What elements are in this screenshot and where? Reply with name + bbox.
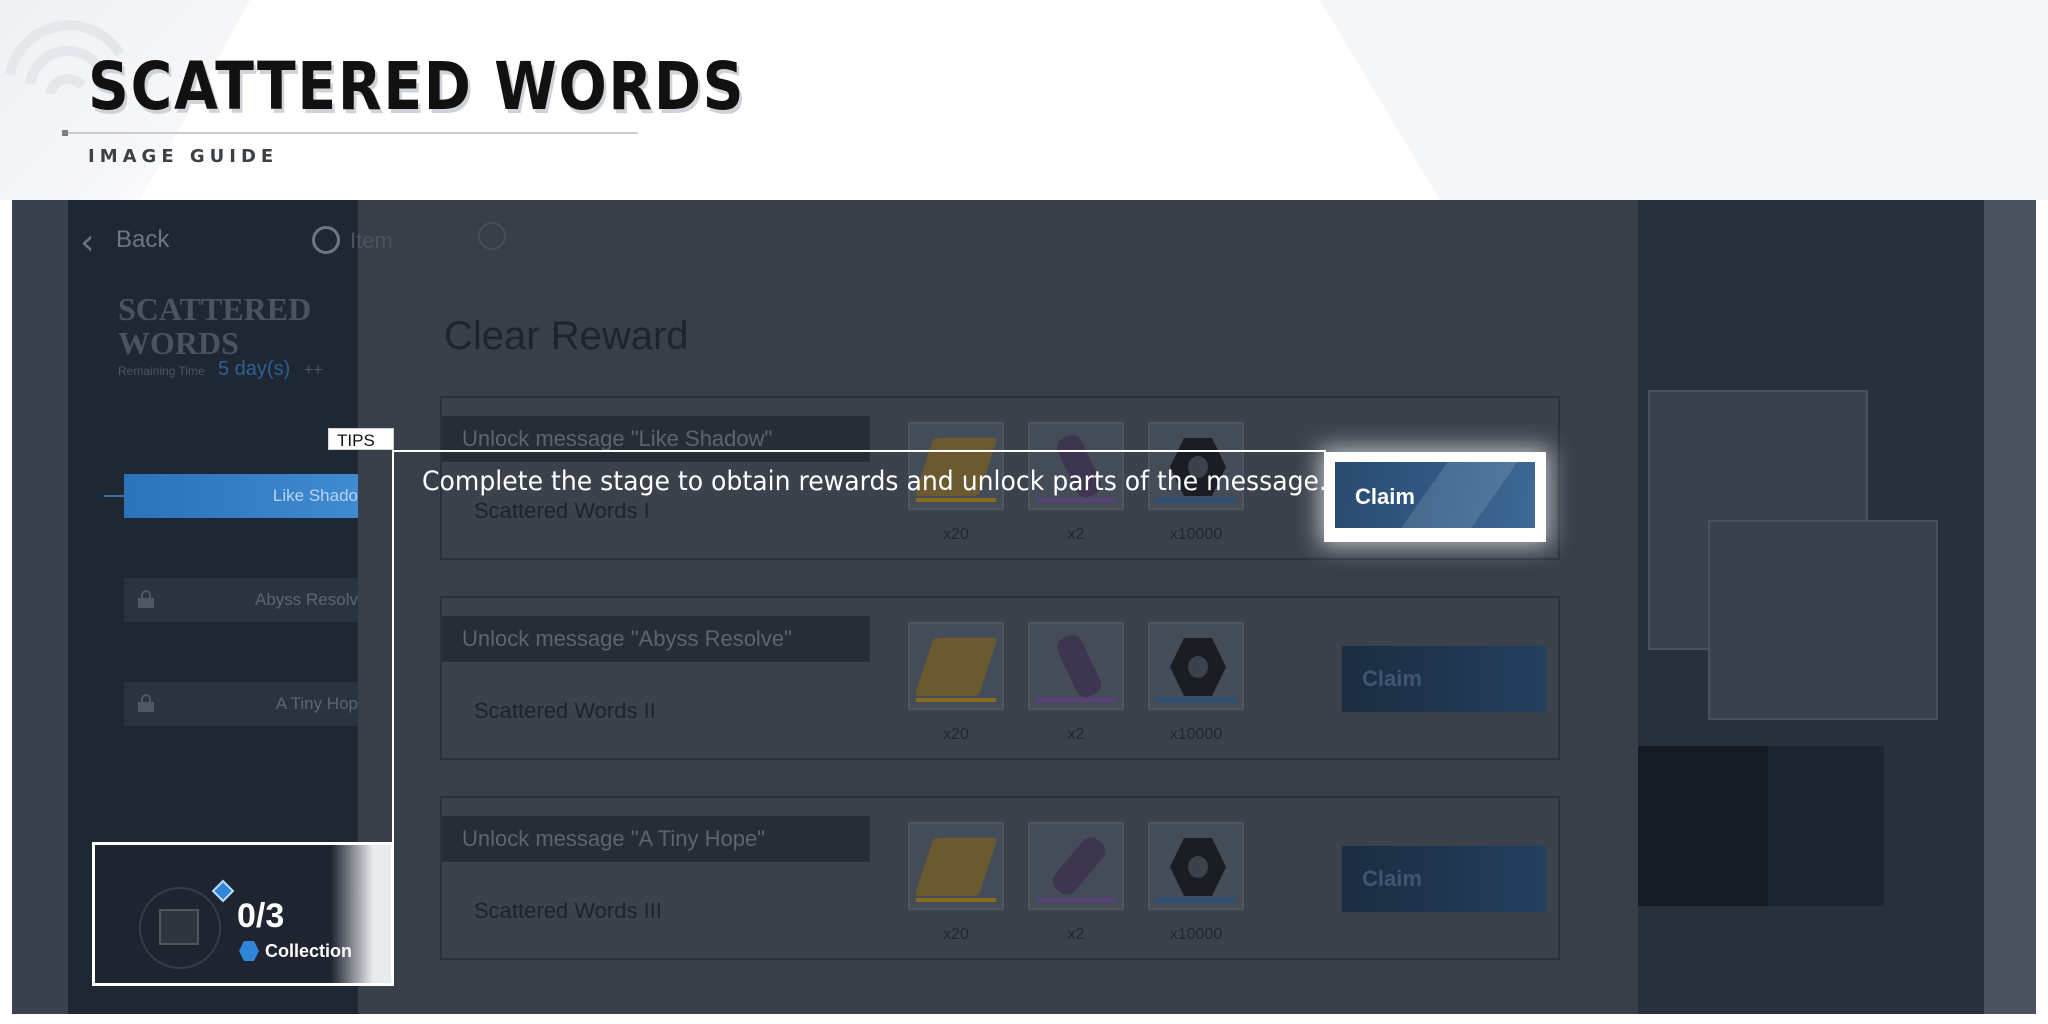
highlight-frame: Claim xyxy=(1324,452,1546,542)
collection-widget[interactable]: 0/3 Collection xyxy=(92,842,394,986)
guide-title: SCATTERED WORDS xyxy=(88,48,746,125)
clear-reward-title: Clear Reward xyxy=(444,314,689,358)
guide-divider-dot xyxy=(62,130,68,136)
claim-button[interactable]: Claim xyxy=(1342,846,1546,912)
guide-subtitle: IMAGE GUIDE xyxy=(88,146,279,167)
sidebar-item-label: A Tiny Hop xyxy=(275,694,358,713)
sidebar-item-like-shadow[interactable]: Like Shado xyxy=(124,474,358,518)
tips-tag-label: TIPS xyxy=(337,431,375,450)
tips-text: Complete the stage to obtain rewards and… xyxy=(422,466,1327,497)
remaining-time-value: 5 day(s) xyxy=(218,358,291,380)
unlock-message: Unlock message "Like Shadow" xyxy=(462,426,773,451)
reward-quantity: x2 xyxy=(1067,526,1085,543)
stage-name: Scattered Words II xyxy=(474,698,656,723)
letter-sheet xyxy=(1708,520,1938,720)
reward-item[interactable] xyxy=(908,822,1004,910)
tips-leader-line xyxy=(392,450,394,844)
claim-button-label: Claim xyxy=(1355,484,1415,509)
sidebar-item-label: Like Shado xyxy=(272,486,358,505)
reward-item[interactable] xyxy=(908,622,1004,710)
item-button[interactable]: Item xyxy=(350,228,393,254)
stage-name: Scattered Words III xyxy=(474,898,662,923)
sidebar-item-label: Abyss Resolv xyxy=(255,590,358,609)
rarity-stripe xyxy=(1036,898,1116,902)
rarity-stripe xyxy=(1156,698,1236,702)
reward-card: Unlock message "A Tiny Hope" Scattered W… xyxy=(440,796,1560,960)
reward-quantity: x20 xyxy=(943,726,969,743)
back-button[interactable]: Back xyxy=(116,226,169,254)
claim-button[interactable]: Claim xyxy=(1342,646,1546,712)
capsule-icon xyxy=(1053,631,1105,701)
photo-frame xyxy=(1768,746,1884,906)
ring-icon[interactable] xyxy=(312,226,340,254)
unlock-message: Unlock message "Abyss Resolve" xyxy=(462,626,792,651)
reward-quantity: x2 xyxy=(1067,926,1085,943)
info-icon[interactable] xyxy=(478,222,506,250)
collection-fade xyxy=(331,845,391,983)
rarity-stripe xyxy=(1036,498,1116,502)
hexagon-icon xyxy=(239,941,259,961)
ticket-icon xyxy=(914,838,998,896)
hexnut-icon xyxy=(1170,838,1226,896)
lock-icon xyxy=(138,590,154,608)
claim-button-label: Claim xyxy=(1362,666,1422,691)
remaining-time-plus: ++ xyxy=(304,362,323,379)
event-title-line2: WORDS xyxy=(118,325,239,361)
rarity-stripe xyxy=(1156,498,1236,502)
lock-icon xyxy=(138,694,154,712)
diamond-icon xyxy=(211,879,235,903)
sidebar-item-a-tiny-hope[interactable]: A Tiny Hop xyxy=(124,682,358,726)
reward-quantity: x20 xyxy=(943,526,969,543)
photo-frame xyxy=(1638,746,1768,906)
stage-name: Scattered Words I xyxy=(474,498,650,523)
reward-item[interactable] xyxy=(1028,622,1124,710)
hexnut-icon xyxy=(1170,638,1226,696)
guide-divider xyxy=(64,132,638,134)
message-bar: Unlock message "A Tiny Hope" xyxy=(442,816,870,862)
rarity-stripe xyxy=(916,698,996,702)
reward-item[interactable] xyxy=(1148,622,1244,710)
event-artwork xyxy=(1638,200,1984,1014)
message-bar: Unlock message "Abyss Resolve" xyxy=(442,616,870,662)
screen-right-edge xyxy=(1984,200,2036,1014)
tips-leader-line xyxy=(392,450,1326,452)
screen-left-edge xyxy=(12,200,68,1014)
reward-item[interactable] xyxy=(1028,822,1124,910)
tips-tag: TIPS xyxy=(328,428,394,450)
sidebar-item-abyss-resolve[interactable]: Abyss Resolv xyxy=(124,578,358,622)
reward-quantity: x10000 xyxy=(1169,926,1223,943)
capsule-icon xyxy=(1048,833,1110,899)
rarity-stripe xyxy=(1156,898,1236,902)
collection-count: 0/3 xyxy=(237,897,285,935)
message-bar: Unlock message "Like Shadow" xyxy=(442,416,870,462)
event-title-line1: SCATTERED xyxy=(118,291,312,327)
remaining-time-label: Remaining Time xyxy=(118,364,205,378)
event-title: SCATTERED WORDS xyxy=(118,292,338,360)
rarity-stripe xyxy=(916,498,996,502)
reward-item[interactable] xyxy=(1148,822,1244,910)
claim-button-label: Claim xyxy=(1362,866,1422,891)
claim-button-highlighted[interactable]: Claim xyxy=(1335,462,1535,528)
box-icon xyxy=(159,909,199,945)
back-chevron-icon[interactable]: ‹ xyxy=(80,222,94,263)
rarity-stripe xyxy=(1036,698,1116,702)
header-facet-right xyxy=(1320,0,2048,200)
reward-quantity: x10000 xyxy=(1169,526,1223,543)
ticket-icon xyxy=(914,638,998,696)
sidebar-connector xyxy=(104,495,126,497)
reward-quantity: x10000 xyxy=(1169,726,1223,743)
reward-quantity: x20 xyxy=(943,926,969,943)
reward-card: Unlock message "Abyss Resolve" Scattered… xyxy=(440,596,1560,760)
unlock-message: Unlock message "A Tiny Hope" xyxy=(462,826,765,851)
reward-quantity: x2 xyxy=(1067,726,1085,743)
rarity-stripe xyxy=(916,898,996,902)
